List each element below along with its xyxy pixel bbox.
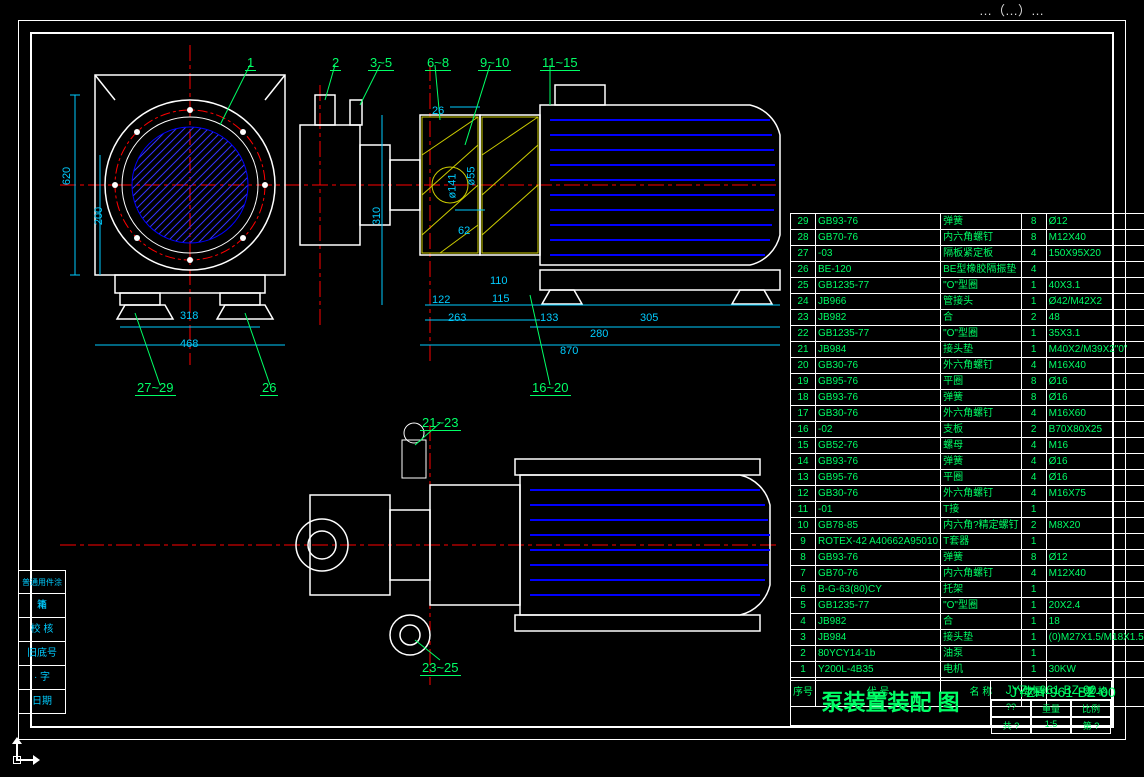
dim-468: 468 (180, 338, 198, 350)
table-row: 17GB30-76外六角螺钉4M16X60 (791, 406, 1144, 422)
table-row: 24JB966管接头1Ø42/M42X2 (791, 294, 1144, 310)
dim-318: 318 (180, 310, 198, 322)
table-row: 25GB1235-77"O"型圈140X3.1 (791, 278, 1144, 294)
table-row: 6B-G-63(80)CY托架1 (791, 582, 1144, 598)
dim-133: 133 (540, 312, 558, 324)
dim-d55: ø55 (465, 167, 477, 186)
table-row: 16-02支板2B70X80X25 (791, 422, 1144, 438)
table-row: 10GB78-85内六角?精定螺钉2M8X20 (791, 518, 1144, 534)
title-cell-3: 共 ? (991, 717, 1031, 734)
title-cell-4: 1:5 (1031, 717, 1071, 734)
balloon-6-8: 6~8 (425, 55, 451, 71)
rev-row-4: · 字 (18, 666, 66, 690)
balloon-27-29: 27~29 (135, 380, 176, 396)
balloon-1: 1 (245, 55, 256, 71)
dim-26: 26 (432, 105, 444, 117)
rev-row-3: 旧底号 (18, 642, 66, 666)
table-row: 8GB93-76弹簧8Ø12 (791, 550, 1144, 566)
table-row: 280YCY14-1b油泵1上海高 (791, 646, 1144, 662)
table-row: 21JB984接头垫1M40X2/M39X2"0" (791, 342, 1144, 358)
dim-115: 115 (492, 293, 510, 305)
rev-row-0: 普通用件涂漆 (18, 570, 66, 594)
dim-200: 200 (93, 207, 105, 225)
balloon-21-23: 21~23 (420, 415, 461, 431)
table-row: 22GB1235-77"O"型圈135X3.1 (791, 326, 1144, 342)
table-row: 9ROTEX-42 A40662A95010T套器1成被装 (791, 534, 1144, 550)
table-row: 26BE-120BE型橡胶隔振垫4九峰 (791, 262, 1144, 278)
table-row: 18GB93-76弹簧8Ø16 (791, 390, 1144, 406)
table-row: 13GB95-76平圈4Ø16 (791, 470, 1144, 486)
table-row: 5GB1235-77"O"型圈120X2.4 (791, 598, 1144, 614)
balloon-23-25: 23~25 (420, 660, 461, 676)
dim-280: 280 (590, 328, 608, 340)
table-row: 23JB982合248 (791, 310, 1144, 326)
balloon-16-20: 16~20 (530, 380, 571, 396)
table-row: 20GB30-76外六角螺钉4M16X40 (791, 358, 1144, 374)
table-row: 29GB93-76弹簧8Ø12 (791, 214, 1144, 230)
dim-305: 305 (640, 312, 658, 324)
table-row: 14GB93-76弹簧4Ø16 (791, 454, 1144, 470)
balloon-9-10: 9~10 (478, 55, 511, 71)
table-row: 27-03隔板紧定板4150X95X20 (791, 246, 1144, 262)
balloon-2: 2 (330, 55, 341, 71)
dim-110: 110 (490, 275, 508, 287)
balloon-26: 26 (260, 380, 278, 396)
title-cell-1: 重量 (1031, 700, 1071, 717)
title-cell-0: ?? (991, 700, 1031, 717)
dim-310: 310 (371, 207, 383, 225)
drawing-title: 泵装置装配 图 (791, 681, 991, 725)
dim-62: 62 (458, 225, 470, 237)
table-row: 7GB70-76内六角螺钉4M12X40 (791, 566, 1144, 582)
table-row: 12GB30-76外六角螺钉4M16X75 (791, 486, 1144, 502)
rev-row-5: 日期 (18, 690, 66, 714)
table-row: 19GB95-76平圈8Ø16 (791, 374, 1144, 390)
dim-122: 122 (432, 294, 450, 306)
dim-870: 870 (560, 345, 578, 357)
revision-block: 普通用件涂漆 箱 校 核 旧底号 · 字 日期 (18, 570, 66, 740)
top-cropped-text: …（…）… (979, 0, 1044, 19)
rev-row-2: 校 核 (18, 618, 66, 642)
title-cell-2: 比例 (1071, 700, 1111, 717)
table-row: 3JB984接头垫1(0)M27X1.5/M18X1.5 (791, 630, 1144, 646)
title-cell-5: 第 ? (1071, 717, 1111, 734)
rev-row-1: 箱 (18, 594, 66, 618)
balloon-3-5: 3~5 (368, 55, 394, 71)
ucs-icon (8, 739, 38, 769)
table-row: 4JB982合118 (791, 614, 1144, 630)
table-row: 11-01T接1 (791, 502, 1144, 518)
dim-620: 620 (61, 167, 73, 185)
table-row: 1Y200L-4B35电机130KW山?电力 (791, 662, 1144, 678)
table-row: 28GB70-76内六角螺钉8M12X40 (791, 230, 1144, 246)
dim-263: 263 (448, 312, 466, 324)
bom-table: 29GB93-76弹簧8Ø1228GB70-76内六角螺钉8M12X4027-0… (790, 213, 1144, 707)
drawing-number-top: JYZH-961-BZ-00 (1010, 684, 1116, 700)
balloon-11-15: 11~15 (540, 55, 580, 71)
dim-d141: ø141 (447, 173, 459, 198)
table-row: 15GB52-76螺母4M16 (791, 438, 1144, 454)
